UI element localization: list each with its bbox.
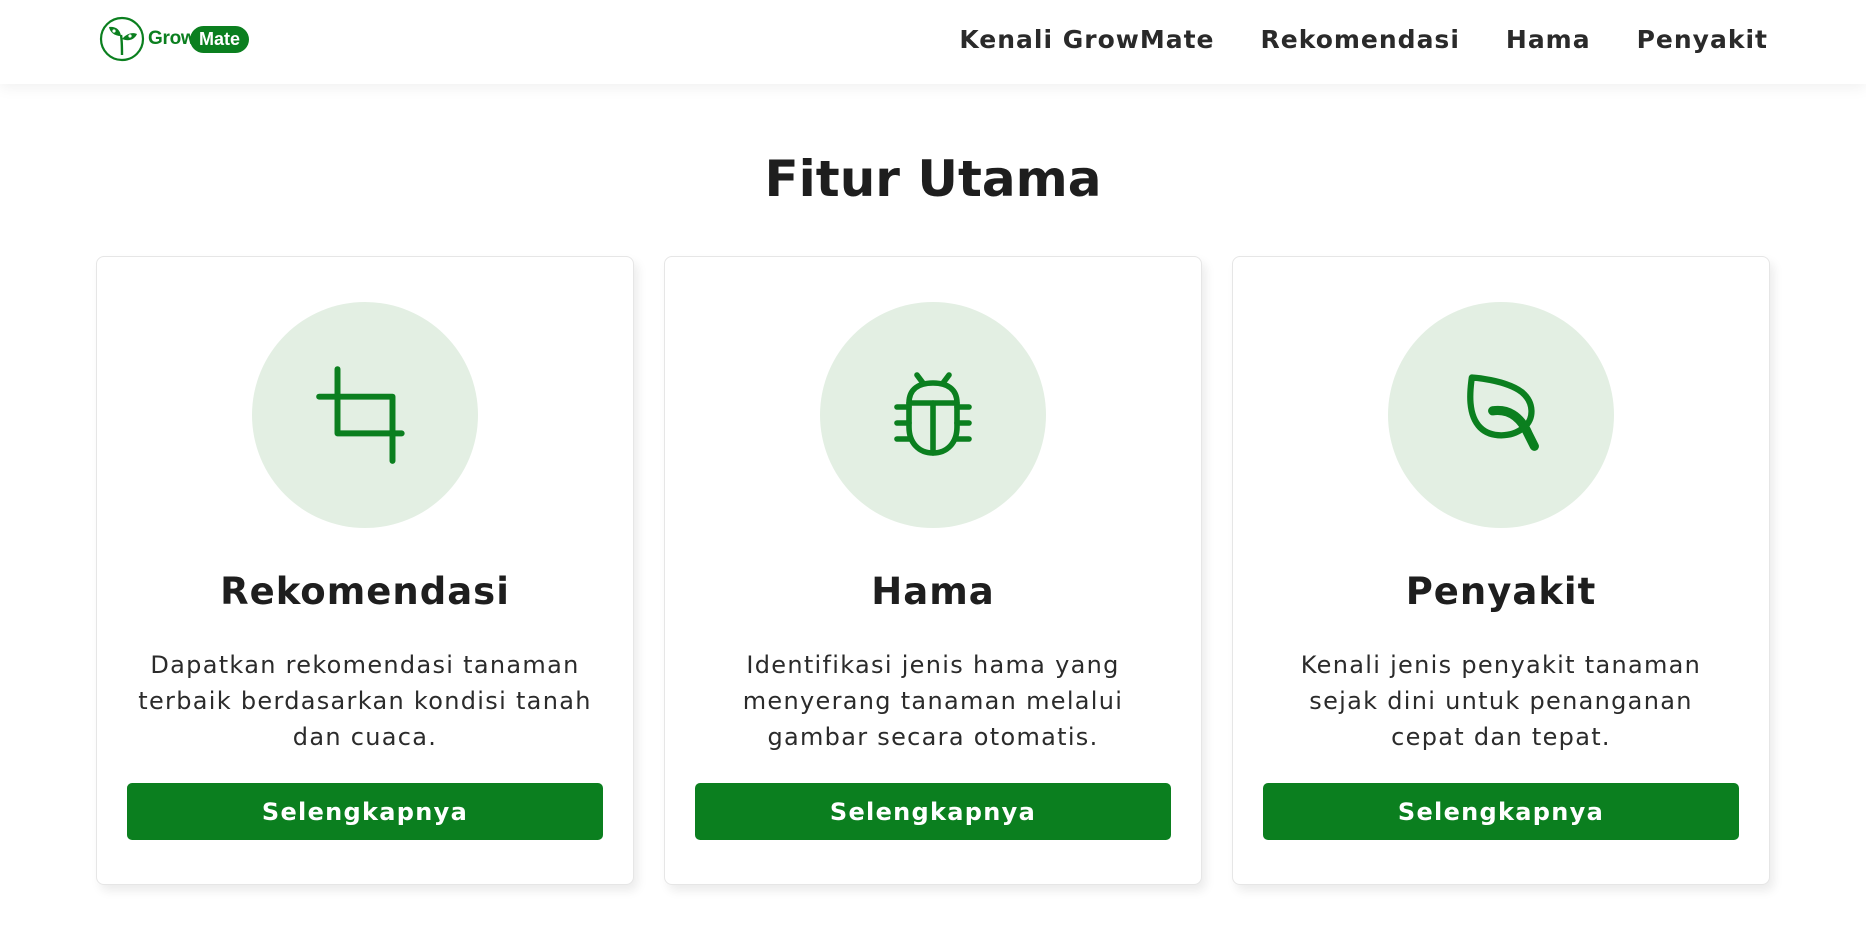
feature-icon-circle <box>820 302 1046 528</box>
feature-card-title: Hama <box>871 570 995 613</box>
nav-link-penyakit[interactable]: Penyakit <box>1637 25 1768 54</box>
feature-card-title: Penyakit <box>1405 570 1597 613</box>
feature-card-description: Kenali jenis penyakit tanaman sejak dini… <box>1300 651 1702 751</box>
feature-card-description: Dapatkan rekomendasi tanaman terbaik ber… <box>138 651 592 751</box>
feature-card-rekomendasi: Rekomendasi Dapatkan rekomendasi tanaman… <box>96 256 634 885</box>
main-nav: Kenali GrowMate Rekomendasi Hama Penyaki… <box>959 0 1768 78</box>
crop-icon <box>316 366 405 464</box>
feature-card-description: Identifikasi jenis hama yang menyerang t… <box>742 651 1124 751</box>
brand-name-mate: Mate <box>190 26 250 53</box>
bug-icon <box>894 372 972 456</box>
navbar: Grow Mate Kenali GrowMate Rekomendasi Ha… <box>0 0 1866 84</box>
hama-more-button[interactable]: Selengkapnya <box>695 783 1171 840</box>
nav-link-kenali-growmate[interactable]: Kenali GrowMate <box>959 25 1214 54</box>
section-title: Fitur Utama <box>764 150 1102 208</box>
rekomendasi-more-button[interactable]: Selengkapnya <box>127 783 603 840</box>
feature-card-title: Rekomendasi <box>220 570 510 613</box>
penyakit-more-button[interactable]: Selengkapnya <box>1263 783 1739 840</box>
brand-name-grow: Grow <box>148 28 196 49</box>
seedling-icon <box>99 16 145 62</box>
leaf-icon <box>1467 374 1539 451</box>
feature-icon-circle <box>252 302 478 528</box>
nav-link-hama[interactable]: Hama <box>1506 25 1591 54</box>
feature-icon-circle <box>1388 302 1614 528</box>
feature-card-penyakit: Penyakit Kenali jenis penyakit tanaman s… <box>1232 256 1770 885</box>
brand-logo[interactable]: Grow Mate <box>98 12 250 66</box>
feature-card-hama: Hama Identifikasi jenis hama yang menyer… <box>664 256 1202 885</box>
nav-link-rekomendasi[interactable]: Rekomendasi <box>1261 25 1460 54</box>
